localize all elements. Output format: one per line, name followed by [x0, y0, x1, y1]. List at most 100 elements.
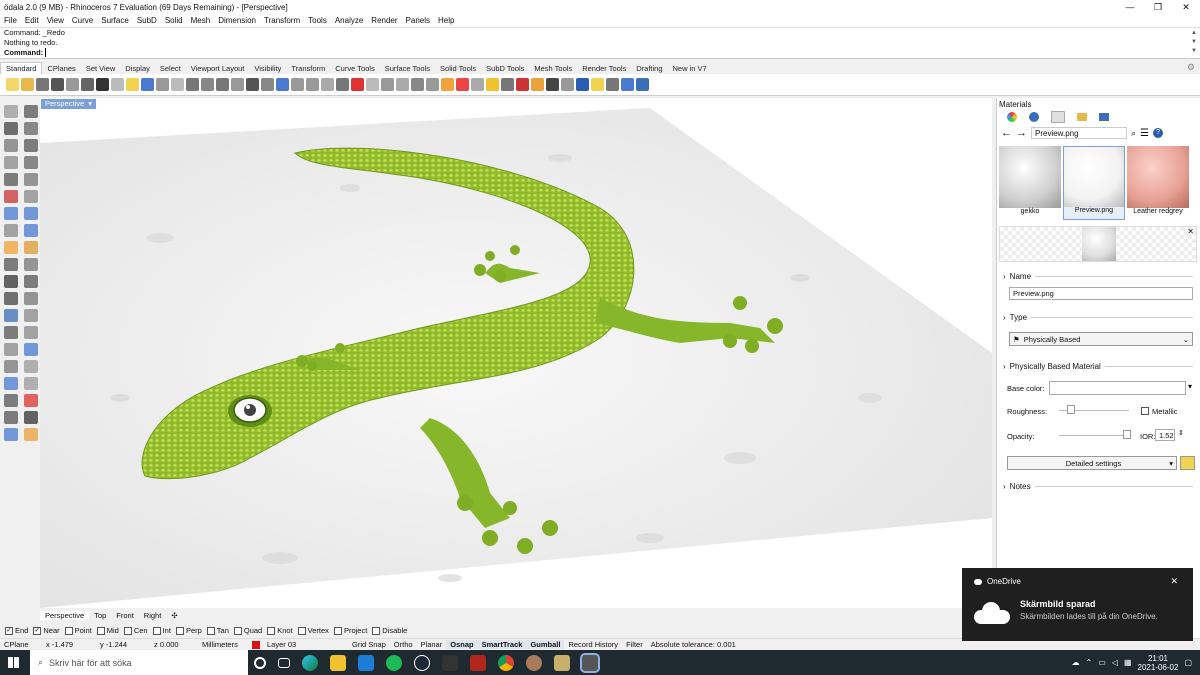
tab-subd-tools[interactable]: SubD Tools: [481, 63, 529, 74]
left-tool-31-icon[interactable]: [24, 360, 38, 373]
left-tool-19-icon[interactable]: [24, 258, 38, 271]
osnap-mid[interactable]: Mid: [96, 626, 119, 635]
osnap-checkbox[interactable]: [267, 626, 276, 635]
help-icon[interactable]: ?: [1153, 128, 1164, 138]
web-app-icon[interactable]: [526, 654, 542, 671]
ior-input[interactable]: 1.52: [1155, 429, 1175, 441]
left-tool-36-icon[interactable]: [4, 411, 18, 424]
command-scrollbar[interactable]: ▲ ▼ ▼: [1190, 29, 1198, 56]
tab-curve-tools[interactable]: Curve Tools: [330, 63, 379, 74]
import-icon[interactable]: [66, 78, 79, 91]
cplane-label[interactable]: CPlane: [0, 640, 42, 649]
weather-icon[interactable]: ☁: [1072, 658, 1080, 667]
menu-tools[interactable]: Tools: [304, 16, 331, 25]
left-tool-17-icon[interactable]: [24, 241, 38, 254]
tab-solid-tools[interactable]: Solid Tools: [435, 63, 481, 74]
osnap-checkbox[interactable]: [297, 626, 306, 635]
rebuild-icon[interactable]: [471, 78, 484, 91]
smarttrack-toggle[interactable]: SmartTrack: [477, 640, 527, 649]
menu-dimension[interactable]: Dimension: [214, 16, 260, 25]
group-icon[interactable]: [381, 78, 394, 91]
new-icon[interactable]: [6, 78, 19, 91]
materials-tab-icon[interactable]: [1007, 112, 1017, 122]
left-tool-6-icon[interactable]: [4, 156, 18, 169]
left-tool-29-icon[interactable]: [24, 343, 38, 356]
textures-tab-icon[interactable]: [1051, 111, 1065, 123]
left-tool-33-icon[interactable]: [24, 377, 38, 390]
menu-mesh[interactable]: Mesh: [187, 16, 215, 25]
show-icon[interactable]: [306, 78, 319, 91]
image-tab-icon[interactable]: [1099, 113, 1109, 121]
menu-transform[interactable]: Transform: [260, 16, 304, 25]
snap-icon[interactable]: [591, 78, 604, 91]
rhino-app-icon[interactable]: [580, 652, 600, 673]
volume-icon[interactable]: ◁: [1112, 658, 1118, 667]
osnap-project[interactable]: Project: [333, 626, 367, 635]
osnap-checkbox[interactable]: [64, 626, 73, 635]
pan-icon[interactable]: [156, 78, 169, 91]
left-tool-11-icon[interactable]: [24, 190, 38, 203]
mail-icon[interactable]: [358, 654, 374, 671]
osnap-cen[interactable]: Cen: [123, 626, 148, 635]
chrome-icon[interactable]: [498, 654, 514, 671]
menu-analyze[interactable]: Analyze: [331, 16, 367, 25]
tab-standard[interactable]: Standard: [0, 62, 43, 74]
osnap-end[interactable]: ✓ End: [5, 626, 28, 635]
cut-icon[interactable]: [81, 78, 94, 91]
left-tool-1-icon[interactable]: [24, 105, 38, 118]
onedrive-notification[interactable]: OneDrive ✕ Skärmbild sparad Skärmbilden …: [962, 568, 1193, 641]
menu-help[interactable]: Help: [434, 16, 458, 25]
task-view-icon[interactable]: [278, 657, 290, 668]
osnap-checkbox[interactable]: ✓: [5, 626, 13, 635]
menu-view[interactable]: View: [43, 16, 68, 25]
units-label[interactable]: Millimeters: [198, 640, 248, 649]
left-tool-28-icon[interactable]: [4, 343, 18, 356]
network-icon[interactable]: ▭: [1098, 658, 1106, 667]
notifications-icon[interactable]: ▢: [1184, 658, 1192, 667]
left-tool-30-icon[interactable]: [4, 360, 18, 373]
language-icon[interactable]: ▦: [1124, 658, 1132, 667]
explode-icon[interactable]: [426, 78, 439, 91]
environment-icon[interactable]: [621, 78, 634, 91]
join-icon[interactable]: [411, 78, 424, 91]
left-tool-38-icon[interactable]: [4, 428, 18, 441]
left-tool-4-icon[interactable]: [4, 139, 18, 152]
left-tool-18-icon[interactable]: [4, 258, 18, 271]
type-select[interactable]: ⚑ Physically Based ⌄: [1009, 332, 1193, 346]
osnap-checkbox[interactable]: [372, 626, 381, 635]
left-tool-9-icon[interactable]: [24, 173, 38, 186]
thumbnail-gekko[interactable]: gekko: [999, 146, 1061, 220]
save-icon[interactable]: [36, 78, 49, 91]
left-tool-14-icon[interactable]: [4, 224, 18, 237]
tab-set-view[interactable]: Set View: [81, 63, 120, 74]
tray-expand-icon[interactable]: ⌃: [1086, 658, 1093, 667]
viewport-tab-top[interactable]: Top: [89, 611, 111, 620]
left-tool-5-icon[interactable]: [24, 139, 38, 152]
menu-surface[interactable]: Surface: [97, 16, 133, 25]
name-input[interactable]: Preview.png: [1009, 287, 1193, 300]
opacity-thumb[interactable]: [1123, 430, 1131, 439]
left-tool-15-icon[interactable]: [24, 224, 38, 237]
layer-icon[interactable]: [276, 78, 289, 91]
base-color-dropdown-icon[interactable]: ▾: [1188, 382, 1192, 391]
tab-surface-tools[interactable]: Surface Tools: [380, 63, 435, 74]
taskbar-search[interactable]: ⌕ Skriv här för att söka: [30, 650, 248, 675]
layer-indicator[interactable]: Layer 03: [248, 640, 348, 649]
left-tool-39-icon[interactable]: [24, 428, 38, 441]
left-tool-3-icon[interactable]: [24, 122, 38, 135]
render-icon[interactable]: [546, 78, 559, 91]
left-tool-35-icon[interactable]: [24, 394, 38, 407]
file-explorer-icon[interactable]: [330, 654, 346, 671]
type-section-header[interactable]: › Type: [1003, 313, 1193, 322]
search-icon[interactable]: ⌕: [1131, 128, 1136, 139]
tab-transform[interactable]: Transform: [286, 63, 330, 74]
environments-tab-icon[interactable]: [1029, 112, 1039, 122]
tab-drafting[interactable]: Drafting: [631, 63, 667, 74]
osnap-checkbox[interactable]: [233, 626, 242, 635]
opacity-slider[interactable]: [1059, 435, 1129, 436]
left-tool-23-icon[interactable]: [24, 292, 38, 305]
folder-tab-icon[interactable]: [1077, 113, 1087, 121]
viewport-label[interactable]: Perspective ▾: [41, 99, 96, 109]
tab-viewport-layout[interactable]: Viewport Layout: [186, 63, 250, 74]
metallic-checkbox[interactable]: [1141, 407, 1149, 415]
